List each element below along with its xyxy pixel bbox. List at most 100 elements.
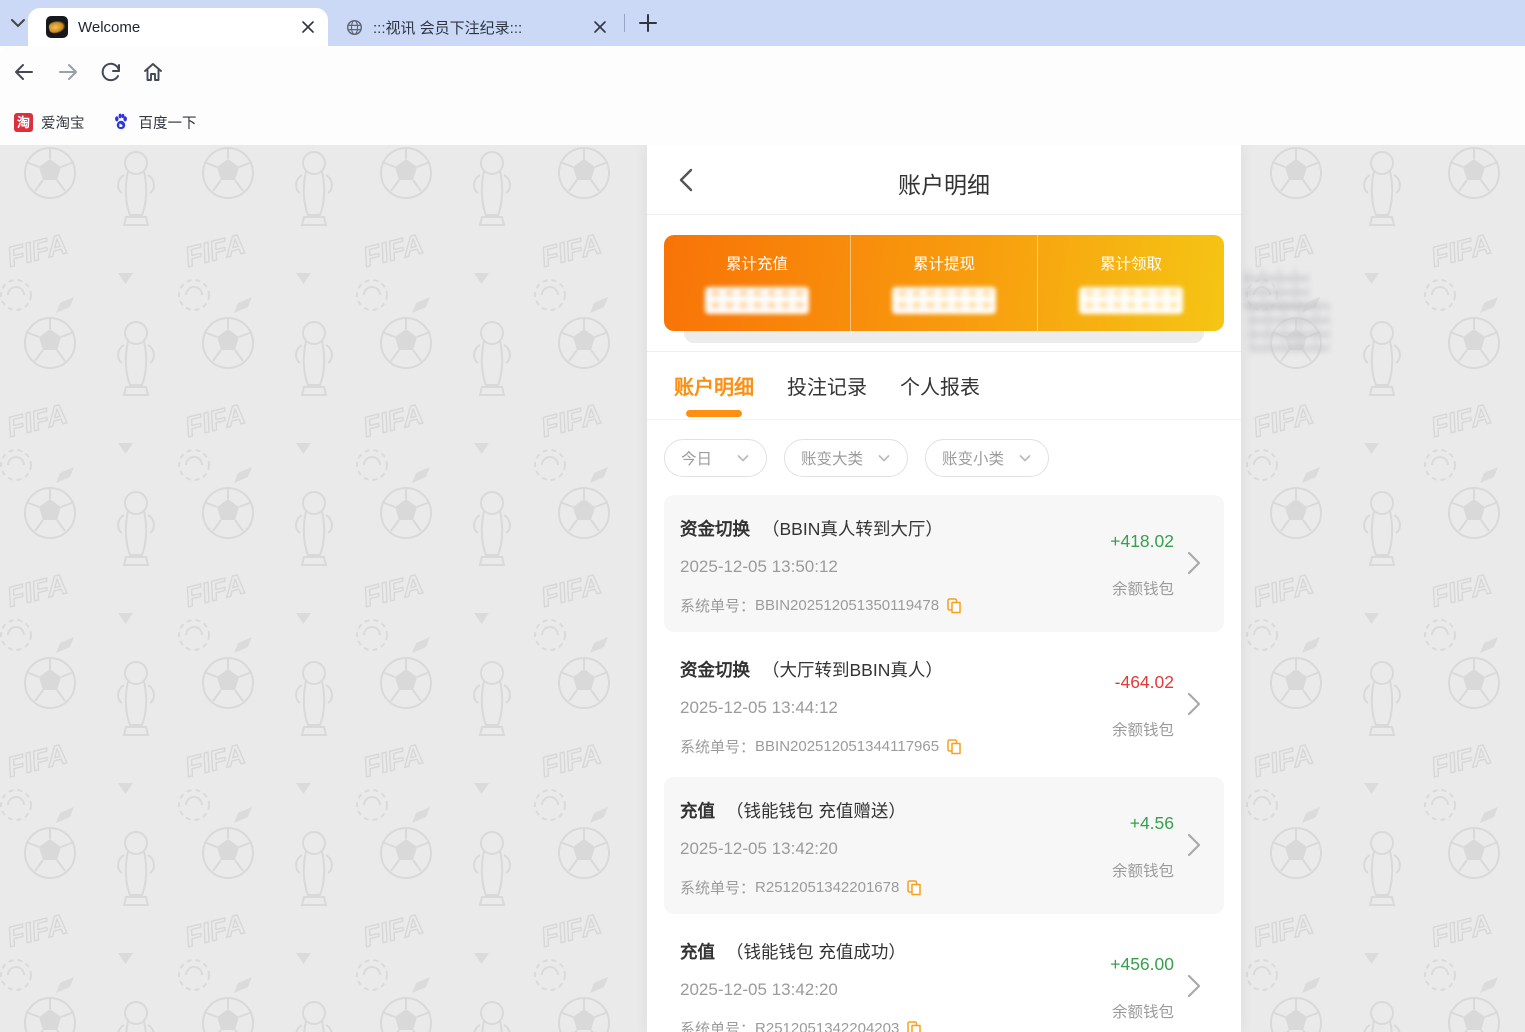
chevron-down-icon <box>1019 454 1031 461</box>
transaction-row[interactable]: 资金切换 （BBIN真人转到大厅） 2025-12-05 13:50:12 系统… <box>664 495 1224 632</box>
transaction-row[interactable]: 充值 （钱能钱包 充值成功） 2025-12-05 13:42:20 系统单号：… <box>664 918 1224 1032</box>
filter-label: 账变大类 <box>801 450 864 468</box>
transaction-order-row: 系统单号： BBIN202512051350119478 <box>680 595 961 616</box>
transaction-datetime: 2025-12-05 13:44:12 <box>680 698 838 717</box>
forward-button[interactable] <box>56 60 80 84</box>
baidu-icon <box>114 113 127 130</box>
bookmark-baidu[interactable]: 百度一下 <box>111 112 197 133</box>
blurred-total-value <box>892 287 996 314</box>
order-no-label: 系统单号： <box>680 598 756 615</box>
browser-tab-records[interactable]: :::视讯 会员下注纪录::: <box>332 8 620 46</box>
copy-icon[interactable] <box>947 738 961 755</box>
transaction-order-row: 系统单号： BBIN202512051344117965 <box>680 736 961 757</box>
chevron-right-icon <box>1187 551 1201 575</box>
transaction-detail: （大厅转到BBIN真人） <box>762 660 943 680</box>
transaction-amount: +4.56 <box>1129 813 1174 833</box>
home-button[interactable] <box>141 60 165 84</box>
copy-icon[interactable] <box>907 1020 922 1032</box>
wallet-label: 余额钱包 <box>1111 1004 1174 1021</box>
tab-personal-report[interactable]: 个人报表 <box>900 371 980 400</box>
copy-icon[interactable] <box>907 879 922 896</box>
filter-date-dropdown[interactable]: 今日 <box>664 438 767 477</box>
transaction-list: 资金切换 （BBIN真人转到大厅） 2025-12-05 13:50:12 系统… <box>647 495 1241 1032</box>
tab-bet-records[interactable]: 投注记录 <box>787 371 867 400</box>
blurred-total-value <box>705 287 809 314</box>
transaction-detail: （钱能钱包 充值成功） <box>726 942 906 962</box>
filter-minor-category-dropdown[interactable]: 账变小类 <box>925 438 1050 477</box>
transaction-order-row: 系统单号： R2512051342204203 <box>680 1018 922 1032</box>
panel-header: 账户明细 <box>647 145 1241 215</box>
tab-divider <box>624 14 625 32</box>
order-no-label: 系统单号： <box>680 739 756 756</box>
order-no-value: BBIN202512051350119478 <box>755 597 940 614</box>
browser-toolbar: 175616.cc/reports/index <box>0 46 1525 142</box>
total-label: 累计充值 <box>725 256 788 273</box>
card-shadow-layer <box>684 331 1204 343</box>
transaction-type: 充值 <box>680 942 715 962</box>
wallet-label: 余额钱包 <box>1111 863 1174 880</box>
wallet-label: 余额钱包 <box>1111 722 1174 739</box>
blurred-total-value <box>1079 287 1183 314</box>
total-withdraw: 累计提现 <box>850 235 1037 331</box>
transaction-detail: （BBIN真人转到大厅） <box>762 519 943 539</box>
order-no-value: BBIN202512051344117965 <box>755 738 940 755</box>
wallet-label: 余额钱包 <box>1111 581 1174 598</box>
transaction-type: 充值 <box>680 801 715 821</box>
copy-icon[interactable] <box>947 597 961 614</box>
transaction-type: 资金切换 <box>680 660 750 680</box>
transaction-amount: -464.02 <box>1114 672 1174 692</box>
bookmarks-bar: 淘 爱淘宝 百度一下 <box>0 99 1525 145</box>
tab-strip: Welcome :::视讯 会员下注纪录::: <box>0 0 1525 46</box>
transaction-datetime: 2025-12-05 13:42:20 <box>680 839 838 858</box>
browser-window: Welcome :::视讯 会员下注纪录::: 淘 爱淘宝 百度一下 账户明细 … <box>0 0 1525 1032</box>
transaction-row[interactable]: 充值 （钱能钱包 充值赠送） 2025-12-05 13:42:20 系统单号：… <box>664 777 1224 914</box>
totals-card: 累计充值 累计提现 累计领取 <box>664 235 1224 331</box>
transaction-order-row: 系统单号： R2512051342201678 <box>680 877 922 898</box>
new-tab-button[interactable] <box>636 11 660 35</box>
bookmark-label: 爱淘宝 <box>41 115 85 132</box>
filter-label: 今日 <box>681 450 713 468</box>
tab-close-icon[interactable] <box>592 19 608 35</box>
report-tabs: 账户明细 投注记录 个人报表 <box>647 352 1241 420</box>
transaction-amount: +456.00 <box>1110 954 1174 974</box>
transaction-type: 资金切换 <box>680 519 750 539</box>
tab-close-icon[interactable] <box>300 19 316 35</box>
tab-search-chevron-icon[interactable] <box>8 13 28 33</box>
transaction-detail: （钱能钱包 充值赠送） <box>726 801 906 821</box>
chevron-right-icon <box>1187 974 1201 998</box>
bookmark-label: 百度一下 <box>138 115 197 132</box>
transaction-datetime: 2025-12-05 13:42:20 <box>680 980 838 999</box>
summary-section: 累计充值 累计提现 累计领取 <box>647 215 1241 352</box>
site-favicon-icon <box>46 16 68 38</box>
transaction-datetime: 2025-12-05 13:50:12 <box>680 557 838 576</box>
transaction-row[interactable]: 资金切换 （大厅转到BBIN真人） 2025-12-05 13:44:12 系统… <box>664 636 1224 773</box>
tab-account-detail[interactable]: 账户明细 <box>674 371 754 400</box>
order-no-label: 系统单号： <box>680 1021 756 1032</box>
blurred-widget <box>1248 300 1330 352</box>
tab-title: :::视讯 会员下注纪录::: <box>373 19 523 37</box>
total-deposit: 累计充值 <box>664 235 850 331</box>
filter-major-category-dropdown[interactable]: 账变大类 <box>784 438 909 477</box>
back-button[interactable] <box>12 60 36 84</box>
filter-label: 账变小类 <box>942 450 1005 468</box>
total-claimed: 累计领取 <box>1037 235 1224 331</box>
taobao-icon: 淘 <box>14 112 33 132</box>
chevron-down-icon <box>878 454 890 461</box>
chevron-right-icon <box>1187 692 1201 716</box>
browser-tab-welcome[interactable]: Welcome <box>28 8 328 46</box>
order-no-value: R2512051342204203 <box>755 1020 900 1032</box>
tab-title: Welcome <box>78 18 141 36</box>
reload-button[interactable] <box>99 60 123 84</box>
bookmark-taobao[interactable]: 淘 爱淘宝 <box>14 112 85 133</box>
chevron-right-icon <box>1187 833 1201 857</box>
total-label: 累计提现 <box>912 256 975 273</box>
filters-row: 今日 账变大类 账变小类 <box>647 420 1241 495</box>
page-content: FIFA 账户明细 <box>0 145 1525 1032</box>
total-label: 累计领取 <box>1099 256 1162 273</box>
transaction-amount: +418.02 <box>1110 531 1174 551</box>
page-title: 账户明细 <box>898 172 990 198</box>
order-no-value: R2512051342201678 <box>755 879 900 896</box>
chevron-down-icon <box>737 454 749 461</box>
order-no-label: 系统单号： <box>680 880 756 897</box>
account-detail-panel: 账户明细 累计充值 累计提现 累计领取 账户明细 投注记录 个人报表 今日 账变… <box>647 145 1241 1032</box>
